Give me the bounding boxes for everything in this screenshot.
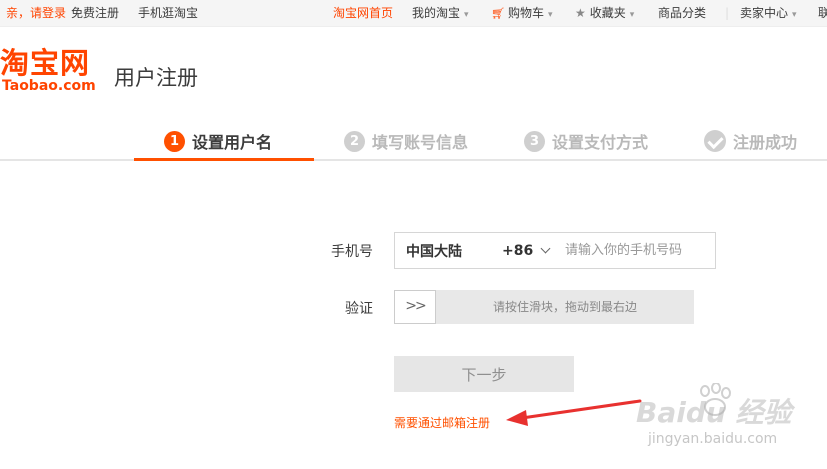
watermark-url: jingyan.baidu.com <box>648 431 778 447</box>
registration-page: 亲，请登录 免费注册 手机逛淘宝 淘宝网首页 我的淘宝 ▾ 🛒︎ 购物车 ▾ ★ 收藏夹… <box>0 0 827 469</box>
watermark-brand: Baidu 经验 <box>636 396 792 429</box>
